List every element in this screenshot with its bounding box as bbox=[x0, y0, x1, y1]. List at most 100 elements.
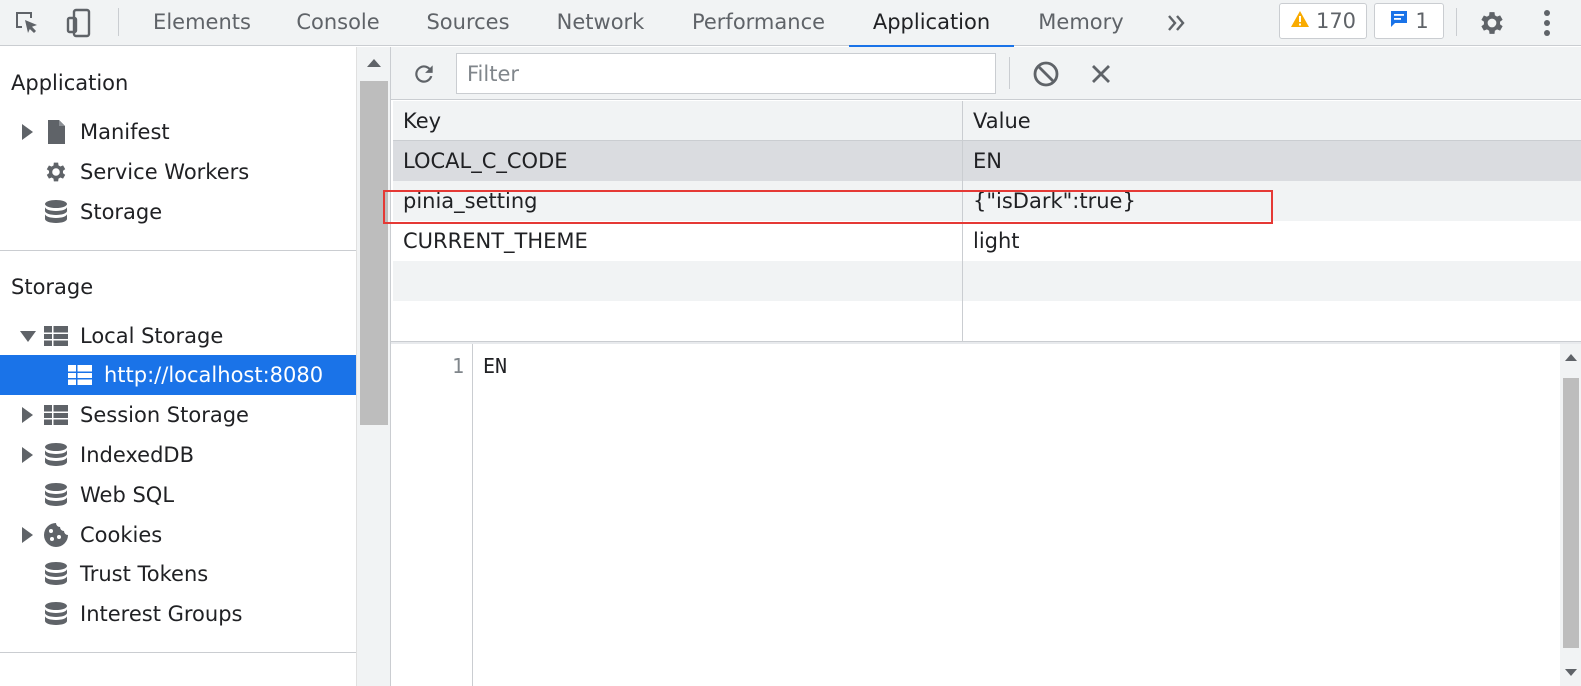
database-icon bbox=[43, 561, 69, 587]
database-icon bbox=[43, 482, 69, 508]
document-icon bbox=[43, 119, 69, 145]
tab-sources[interactable]: Sources bbox=[414, 0, 522, 46]
sidebar-item-label: Session Storage bbox=[80, 403, 249, 427]
sidebar-item-label: Storage bbox=[80, 200, 163, 224]
scroll-up-arrow-icon[interactable] bbox=[1565, 354, 1577, 361]
key-value-table: Key Value LOCAL_C_CODE EN pinia_setting … bbox=[383, 101, 1581, 341]
empty-cell bbox=[962, 261, 1581, 301]
scroll-down-arrow-icon[interactable] bbox=[1565, 669, 1577, 676]
sidebar-item-label: IndexedDB bbox=[80, 443, 194, 467]
message-icon bbox=[1389, 9, 1409, 34]
sidebar-item-label: Trust Tokens bbox=[80, 562, 209, 586]
more-options-icon[interactable] bbox=[1530, 6, 1564, 40]
sidebar-item-session-storage[interactable]: Session Storage bbox=[0, 395, 356, 435]
empty-cell bbox=[393, 261, 962, 301]
expand-arrow-icon[interactable] bbox=[22, 527, 33, 543]
local-storage-panel: Key Value LOCAL_C_CODE EN pinia_setting … bbox=[383, 47, 1581, 686]
expand-arrow-icon[interactable] bbox=[22, 447, 33, 463]
preview-scrollbar[interactable] bbox=[1560, 344, 1581, 686]
sidebar-item-label: Manifest bbox=[80, 120, 170, 144]
table-row[interactable]: pinia_setting {"isDark":true} bbox=[393, 181, 1581, 221]
section-divider bbox=[0, 652, 356, 653]
row-value[interactable]: EN bbox=[962, 141, 1581, 181]
more-tabs-icon[interactable] bbox=[1160, 6, 1194, 40]
section-divider bbox=[0, 250, 356, 251]
database-icon bbox=[43, 601, 69, 627]
row-value[interactable]: {"isDark":true} bbox=[962, 181, 1581, 221]
row-value[interactable]: light bbox=[962, 221, 1581, 261]
clear-all-icon[interactable] bbox=[1029, 57, 1063, 91]
sidebar-item-label: http://localhost:8080 bbox=[104, 363, 324, 387]
table-icon bbox=[43, 323, 69, 349]
row-key[interactable]: pinia_setting bbox=[393, 181, 962, 221]
table-icon bbox=[67, 362, 93, 388]
preview-content[interactable]: EN bbox=[483, 354, 507, 378]
application-section-title: Application bbox=[11, 71, 129, 95]
cookie-icon bbox=[43, 522, 69, 548]
sidebar-item-local-storage[interactable]: Local Storage bbox=[0, 316, 356, 356]
warning-icon bbox=[1290, 9, 1310, 33]
database-icon bbox=[43, 442, 69, 468]
empty-cell bbox=[962, 301, 1581, 341]
warnings-count: 170 bbox=[1315, 9, 1357, 33]
scrollbar-thumb[interactable] bbox=[1563, 378, 1579, 648]
sidebar-item-indexeddb[interactable]: IndexedDB bbox=[0, 435, 356, 475]
row-key[interactable]: LOCAL_C_CODE bbox=[393, 141, 962, 181]
sidebar-scrollbar[interactable] bbox=[356, 47, 390, 686]
empty-table-row bbox=[393, 301, 1581, 341]
toolbar-divider bbox=[118, 8, 119, 36]
refresh-icon[interactable] bbox=[407, 57, 441, 91]
empty-table-row bbox=[393, 261, 1581, 301]
storage-section-title: Storage bbox=[11, 275, 94, 299]
sidebar-item-storage[interactable]: Storage bbox=[0, 192, 356, 232]
tab-network[interactable]: Network bbox=[543, 0, 658, 46]
sidebar-item-label: Web SQL bbox=[80, 483, 175, 507]
warnings-badge[interactable]: 170 bbox=[1279, 3, 1367, 39]
sidebar-item-web-sql[interactable]: Web SQL bbox=[0, 475, 356, 515]
column-header-key[interactable]: Key bbox=[393, 101, 962, 141]
tab-application[interactable]: Application bbox=[849, 0, 1014, 47]
sidebar-item-trust-tokens[interactable]: Trust Tokens bbox=[0, 554, 356, 594]
application-sidebar: Application Manifest Service Workers Sto… bbox=[0, 47, 356, 686]
toolbar-divider bbox=[1009, 57, 1010, 89]
table-row[interactable]: CURRENT_THEME light bbox=[393, 221, 1581, 261]
table-row[interactable]: LOCAL_C_CODE EN bbox=[393, 141, 1581, 181]
delete-selected-icon[interactable] bbox=[1084, 57, 1118, 91]
empty-cell bbox=[393, 301, 962, 341]
tab-performance[interactable]: Performance bbox=[680, 0, 837, 46]
scroll-up-arrow-icon[interactable] bbox=[367, 59, 381, 67]
inspect-element-icon[interactable] bbox=[10, 6, 44, 40]
toolbar-divider bbox=[1456, 8, 1457, 36]
expand-arrow-icon[interactable] bbox=[22, 124, 33, 140]
table-header: Key Value bbox=[393, 101, 1581, 141]
value-preview-pane: 1 EN bbox=[391, 344, 1581, 686]
filter-input[interactable] bbox=[456, 53, 996, 94]
messages-count: 1 bbox=[1415, 9, 1429, 33]
table-icon bbox=[43, 402, 69, 428]
tab-elements[interactable]: Elements bbox=[143, 0, 261, 46]
sidebar-item-cookies[interactable]: Cookies bbox=[0, 515, 356, 555]
row-key[interactable]: CURRENT_THEME bbox=[393, 221, 962, 261]
tab-console[interactable]: Console bbox=[283, 0, 393, 46]
column-header-value[interactable]: Value bbox=[962, 101, 1581, 141]
tab-memory[interactable]: Memory bbox=[1025, 0, 1137, 46]
collapse-arrow-icon[interactable] bbox=[20, 331, 36, 342]
messages-badge[interactable]: 1 bbox=[1374, 3, 1444, 39]
sidebar-item-service-workers[interactable]: Service Workers bbox=[0, 152, 356, 192]
gear-icon bbox=[43, 159, 69, 185]
sidebar-item-interest-groups[interactable]: Interest Groups bbox=[0, 594, 356, 634]
sidebar-item-manifest[interactable]: Manifest bbox=[0, 112, 356, 152]
sidebar-item-localhost-8080[interactable]: http://localhost:8080 bbox=[0, 355, 356, 395]
device-toolbar-icon[interactable] bbox=[62, 6, 96, 40]
expand-arrow-icon[interactable] bbox=[22, 407, 33, 423]
settings-gear-icon[interactable] bbox=[1475, 6, 1509, 40]
database-icon bbox=[43, 199, 69, 225]
sidebar-item-label: Service Workers bbox=[80, 160, 250, 184]
sidebar-item-label: Interest Groups bbox=[80, 602, 243, 626]
sidebar-item-label: Cookies bbox=[80, 523, 163, 547]
storage-toolbar bbox=[391, 47, 1581, 100]
sidebar-item-label: Local Storage bbox=[80, 324, 224, 348]
scrollbar-thumb[interactable] bbox=[360, 81, 388, 425]
line-number: 1 bbox=[451, 354, 464, 378]
line-number-gutter: 1 bbox=[391, 344, 473, 686]
